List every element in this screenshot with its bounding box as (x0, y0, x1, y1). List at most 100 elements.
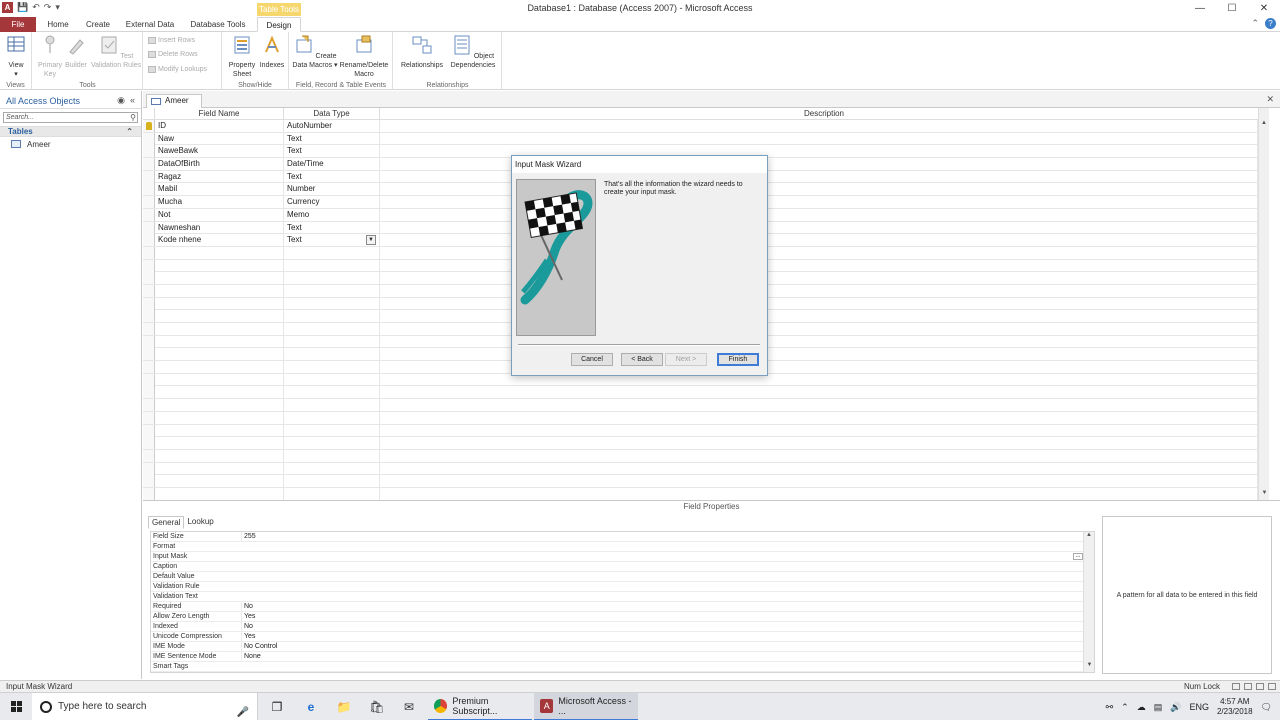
finish-button[interactable]: Finish (717, 353, 759, 366)
field-name-cell[interactable] (155, 284, 284, 297)
property-row[interactable]: IME Mode No Control (151, 642, 1094, 652)
scroll-down-icon[interactable]: ▼ (1084, 662, 1095, 672)
data-type-cell[interactable] (284, 475, 380, 488)
data-type-cell[interactable]: Text (284, 221, 380, 234)
property-value[interactable]: None (241, 652, 1081, 661)
field-name-cell[interactable] (155, 475, 284, 488)
field-name-cell[interactable]: Mucha (155, 196, 284, 209)
data-type-cell[interactable] (284, 348, 380, 361)
microphone-icon[interactable]: 🎤 (237, 699, 249, 720)
row-selector[interactable] (143, 310, 155, 323)
row-selector[interactable] (143, 424, 155, 437)
row-selector[interactable] (143, 475, 155, 488)
row-selector[interactable] (143, 221, 155, 234)
collapse-ribbon-icon[interactable]: ⌃ (1251, 18, 1259, 29)
field-name-cell[interactable] (155, 373, 284, 386)
description-cell[interactable] (380, 120, 1258, 132)
field-name-cell[interactable] (155, 437, 284, 450)
field-name-cell[interactable]: Ragaz (155, 170, 284, 183)
search-icon[interactable]: ⚲ (130, 113, 136, 123)
store-icon[interactable]: 🛍 (368, 698, 386, 716)
description-cell[interactable] (380, 411, 1258, 424)
data-type-cell[interactable] (284, 399, 380, 412)
property-row[interactable]: Required No (151, 602, 1094, 612)
description-cell[interactable] (380, 475, 1258, 488)
start-button[interactable] (0, 693, 32, 720)
nav-group-tables[interactable]: Tables ⌃ (0, 126, 141, 137)
network-icon[interactable]: ▤ (1154, 702, 1163, 713)
cancel-button[interactable]: Cancel (571, 353, 613, 366)
field-name-cell[interactable]: Naw (155, 132, 284, 145)
row-selector[interactable] (143, 399, 155, 412)
minimize-button[interactable]: — (1184, 0, 1216, 17)
field-name-cell[interactable] (155, 259, 284, 272)
field-name-cell[interactable] (155, 297, 284, 310)
indexes-button[interactable]: Indexes (258, 34, 286, 70)
delete-rows-button[interactable]: Delete Rows (148, 51, 198, 58)
data-type-dropdown-icon[interactable]: ▼ (366, 235, 376, 246)
row-selector[interactable] (143, 487, 155, 500)
primary-key-button[interactable]: Primary Key (36, 34, 64, 79)
table-row[interactable] (143, 424, 1269, 438)
field-name-cell[interactable]: Mabil (155, 183, 284, 196)
property-value[interactable]: No (241, 602, 1081, 611)
property-value[interactable]: No Control (241, 642, 1081, 651)
tab-database-tools[interactable]: Database Tools (186, 17, 250, 32)
row-selector[interactable] (143, 234, 155, 247)
table-row[interactable] (143, 437, 1269, 450)
data-type-cell[interactable] (284, 272, 380, 285)
scroll-up-icon[interactable]: ▲ (1259, 120, 1269, 130)
description-cell[interactable] (380, 424, 1258, 437)
data-type-cell[interactable] (284, 424, 380, 437)
data-type-cell[interactable] (284, 449, 380, 462)
row-selector[interactable] (143, 196, 155, 209)
field-name-cell[interactable] (155, 449, 284, 462)
row-selector[interactable] (143, 272, 155, 285)
view-button[interactable]: View ▾ (4, 34, 28, 79)
description-cell[interactable] (380, 487, 1258, 500)
row-selector[interactable] (143, 449, 155, 462)
next-button[interactable]: Next > (665, 353, 707, 366)
data-type-cell[interactable] (284, 462, 380, 475)
tab-general[interactable]: General (148, 516, 185, 529)
volume-icon[interactable]: 🔊 (1170, 702, 1181, 713)
test-validation-button[interactable]: Test Validation Rules (89, 34, 143, 70)
field-name-cell[interactable] (155, 386, 284, 399)
relationships-button[interactable]: Relationships (397, 34, 447, 70)
scroll-up-icon[interactable]: ▲ (1084, 532, 1094, 542)
data-type-cell[interactable]: Text ▼ (284, 234, 380, 247)
design-view-icon[interactable] (1268, 683, 1276, 690)
field-name-cell[interactable]: Kode nhene (155, 234, 284, 247)
data-type-cell[interactable]: Text (284, 170, 380, 183)
row-selector[interactable] (143, 335, 155, 348)
field-name-cell[interactable] (155, 335, 284, 348)
field-name-cell[interactable] (155, 310, 284, 323)
create-data-macros-button[interactable]: Create Data Macros ▾ (292, 34, 338, 70)
description-cell[interactable] (380, 399, 1258, 412)
data-type-cell[interactable] (284, 246, 380, 259)
description-cell[interactable] (380, 132, 1258, 145)
row-selector[interactable] (143, 437, 155, 450)
property-row[interactable]: Validation Text (151, 592, 1094, 602)
data-type-cell[interactable] (284, 373, 380, 386)
field-name-cell[interactable] (155, 411, 284, 424)
description-cell[interactable] (380, 462, 1258, 475)
notifications-icon[interactable]: 🗨 (1261, 702, 1272, 713)
field-name-cell[interactable] (155, 272, 284, 285)
table-row[interactable]: Naw Text (143, 132, 1269, 146)
data-type-cell[interactable] (284, 437, 380, 450)
builder-button[interactable]: Builder (64, 34, 88, 70)
field-name-cell[interactable] (155, 399, 284, 412)
tab-external-data[interactable]: External Data (120, 17, 180, 32)
data-type-cell[interactable] (284, 284, 380, 297)
row-selector[interactable] (143, 297, 155, 310)
field-name-cell[interactable] (155, 246, 284, 259)
description-cell[interactable] (380, 437, 1258, 450)
table-row[interactable]: ID AutoNumber (143, 120, 1269, 133)
maximize-button[interactable]: ☐ (1216, 0, 1248, 17)
row-selector[interactable] (143, 120, 155, 132)
property-row[interactable]: Caption (151, 562, 1094, 572)
table-row[interactable] (143, 411, 1269, 425)
row-selector[interactable] (143, 462, 155, 475)
data-type-cell[interactable] (284, 335, 380, 348)
